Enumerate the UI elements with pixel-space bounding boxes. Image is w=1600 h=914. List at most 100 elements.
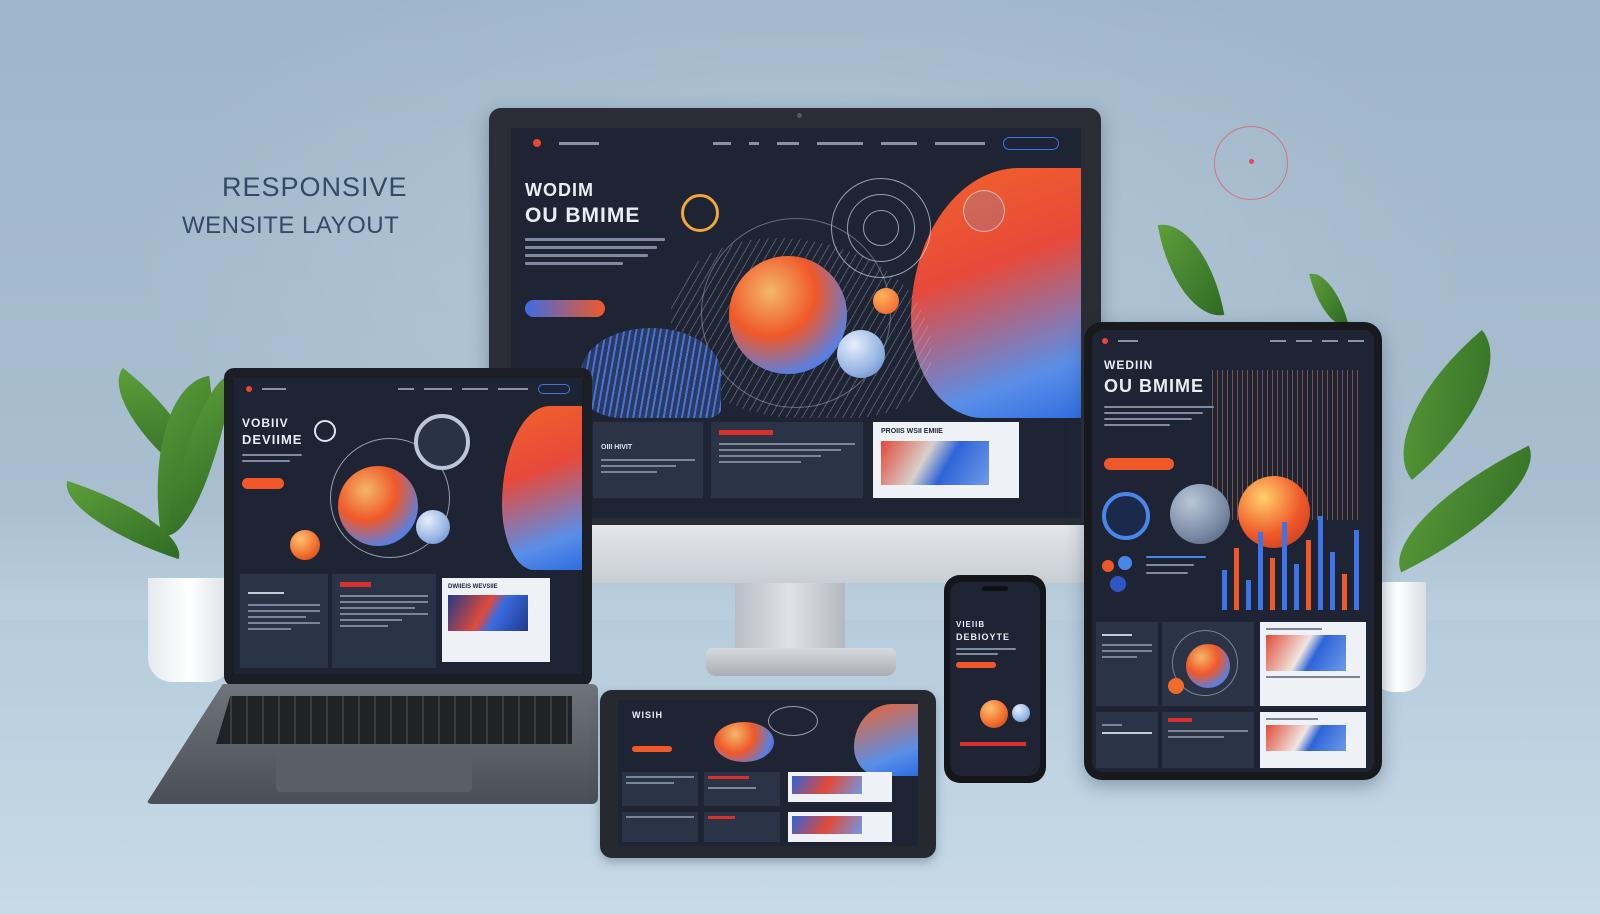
hero-cta-button[interactable]: [632, 746, 672, 752]
phone-footer-bar: [960, 742, 1026, 746]
hero-ring-icon: [314, 420, 336, 442]
gradient-sphere-large: [714, 722, 774, 762]
hero-ring-icon: [1102, 492, 1150, 540]
feature-card-image[interactable]: DWIIEIS WEVSIIE: [442, 578, 550, 662]
decorative-bar: [1246, 580, 1251, 610]
decorative-bar: [1318, 516, 1323, 610]
decorative-bar: [1234, 548, 1239, 610]
nav-item[interactable]: [817, 141, 863, 145]
lens-circle: [414, 414, 470, 470]
scene: RESPONSIVE WENSITE LAYOUT WODIM OU BMIME…: [0, 0, 1600, 914]
monitor-stand-base: [706, 648, 896, 676]
card-title: OIII HIVIT: [601, 444, 633, 451]
nav-item[interactable]: [777, 141, 799, 145]
nav-item[interactable]: [713, 141, 731, 145]
nav-item[interactable]: [881, 141, 917, 145]
laptop-keyboard: [216, 696, 572, 744]
hero-ring-icon: [681, 194, 719, 232]
hero-title-line2: OU BMIME: [525, 204, 641, 227]
feature-card[interactable]: [622, 772, 698, 806]
phone-notch: [982, 586, 1008, 591]
feature-card[interactable]: [704, 772, 780, 806]
feature-card[interactable]: [1162, 712, 1254, 768]
nav-item[interactable]: [559, 141, 599, 145]
left-plant-pot: [148, 578, 232, 682]
gradient-sphere-small: [290, 530, 320, 560]
decorative-bar: [1342, 574, 1347, 610]
headline-responsive: RESPONSIVE: [222, 172, 408, 202]
hero-paragraph: [956, 648, 1016, 658]
feature-card[interactable]: [332, 574, 436, 668]
feature-card[interactable]: [704, 812, 780, 842]
decorative-bar: [1330, 552, 1335, 610]
gradient-sphere-small: [980, 700, 1008, 728]
hero-background-wave: [502, 406, 582, 570]
hero-cta-button[interactable]: [956, 662, 996, 668]
bar-cluster: [1222, 510, 1372, 610]
monitor-nav-bar: [511, 128, 1081, 158]
decorative-bar: [1282, 522, 1287, 610]
hero-paragraph: [1146, 556, 1206, 579]
site-logo-icon[interactable]: [1102, 338, 1108, 344]
laptop-nav-bar: [234, 378, 582, 400]
tablet-nav-bar: [1092, 330, 1374, 352]
headline-website-layout: WENSITE LAYOUT: [182, 212, 400, 239]
hero-title-line1: WODIM: [525, 180, 594, 200]
phone-screen: VIEIIB DEBIOYTE: [950, 582, 1040, 776]
nav-item[interactable]: [935, 141, 985, 145]
feature-card-image[interactable]: PROIIS WSII EMIIE: [873, 422, 1019, 498]
monitor-stand: [735, 583, 845, 653]
gradient-sphere-large: [338, 466, 418, 546]
feature-card[interactable]: [240, 574, 328, 668]
gradient-sphere-small: [837, 330, 885, 378]
feature-card[interactable]: [1096, 712, 1158, 768]
feature-card-image[interactable]: [1260, 712, 1366, 768]
hero-title: WISIH: [632, 710, 663, 720]
site-logo-icon[interactable]: [533, 139, 541, 147]
hero-cta-button[interactable]: [1104, 458, 1174, 470]
tablet-right-screen: WEDIIN OU BMIME: [1092, 330, 1374, 772]
hero-cta-button[interactable]: [525, 300, 605, 317]
hero-paragraph: [242, 454, 302, 466]
nav-item[interactable]: [749, 141, 759, 145]
feature-card[interactable]: OIII HIVIT: [593, 422, 703, 498]
hero-cta-button[interactable]: [242, 478, 284, 489]
hero-title-line1: WEDIIN: [1104, 358, 1154, 372]
hero-title-line2: DEBIOYTE: [956, 632, 1011, 642]
decorative-bar: [1258, 532, 1263, 610]
concentric-circles: [863, 210, 899, 246]
feature-card-graphic: [1162, 622, 1254, 706]
gradient-sphere-small: [1170, 484, 1230, 544]
hero-paragraph: [1104, 406, 1214, 430]
nav-cta-button[interactable]: [538, 384, 570, 394]
hero-title-line2: DEVIIME: [242, 432, 303, 447]
feature-card-image[interactable]: [788, 772, 892, 802]
glass-circle: [963, 190, 1005, 232]
feature-card-image[interactable]: [1260, 622, 1366, 706]
decorative-bar: [1294, 564, 1299, 610]
webcam: [797, 113, 802, 118]
feature-card[interactable]: [1096, 622, 1158, 706]
gradient-sphere-large: [729, 256, 847, 374]
laptop-screen: VOBIIV DEVIIME DWIIEIS WEVSIIE: [234, 378, 582, 674]
decorative-bar: [1222, 570, 1227, 610]
tablet-flat-screen: WISIH: [618, 700, 918, 846]
card-image: [881, 441, 989, 485]
card-title: PROIIS WSII EMIIE: [881, 428, 943, 435]
card-title: DWIIEIS WEVSIIE: [448, 584, 498, 590]
card-image: [448, 595, 528, 631]
decorative-bar: [1306, 540, 1311, 610]
feature-card-image[interactable]: [788, 812, 892, 842]
ring-decoration: [1214, 126, 1288, 200]
gradient-sphere-small: [1012, 704, 1030, 722]
hero-wave-bottom: [581, 328, 721, 418]
decorative-bar: [1354, 530, 1359, 610]
feature-card[interactable]: [711, 422, 863, 498]
hero-background-wave: [854, 704, 918, 776]
site-logo-icon[interactable]: [246, 386, 252, 392]
nav-cta-button[interactable]: [1003, 136, 1059, 150]
laptop-trackpad: [276, 748, 472, 792]
gradient-sphere-tiny: [873, 288, 899, 314]
feature-card[interactable]: [622, 812, 698, 842]
hero-title-line1: VOBIIV: [242, 416, 289, 430]
